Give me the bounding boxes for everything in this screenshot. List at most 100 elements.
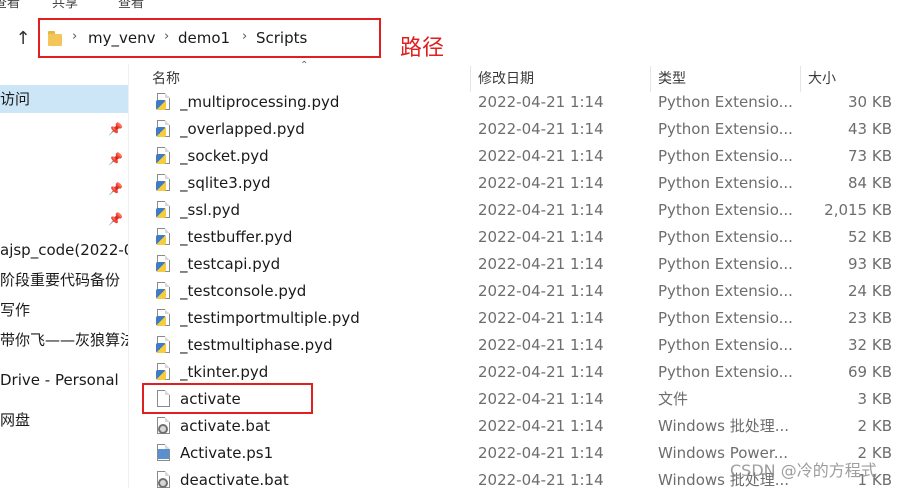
file-type: Python Extensio... <box>658 174 793 192</box>
python-file-icon <box>156 309 172 328</box>
sidebar-item-onedrive[interactable]: Drive - Personal <box>0 366 128 394</box>
chevron-right-icon[interactable]: › <box>72 27 77 47</box>
file-date: 2022-04-21 1:14 <box>478 174 604 192</box>
chevron-right-icon[interactable]: › <box>242 27 247 47</box>
table-row[interactable]: _ssl.pyd 2022-04-21 1:14 Python Extensio… <box>140 197 910 224</box>
table-row[interactable]: _testimportmultiple.pyd 2022-04-21 1:14 … <box>140 305 910 332</box>
file-size: 43 KB <box>848 120 892 138</box>
python-file-icon <box>156 201 172 220</box>
file-date: 2022-04-21 1:14 <box>478 147 604 165</box>
sidebar-item-quick-access[interactable]: 访问 <box>0 85 128 113</box>
file-size: 2,015 KB <box>824 201 892 219</box>
file-size: 52 KB <box>848 228 892 246</box>
file-name: _testconsole.pyd <box>180 282 307 300</box>
file-name: _sqlite3.pyd <box>180 174 271 192</box>
python-file-icon <box>156 336 172 355</box>
sidebar-item-writing[interactable]: 写作 <box>0 296 128 324</box>
file-size: 73 KB <box>848 147 892 165</box>
breadcrumb-scripts[interactable]: Scripts <box>256 28 307 48</box>
table-row[interactable]: _multiprocessing.pyd 2022-04-21 1:14 Pyt… <box>140 89 910 116</box>
up-arrow-icon[interactable]: ↑ <box>13 28 33 50</box>
table-row[interactable]: _tkinter.pyd 2022-04-21 1:14 Python Exte… <box>140 359 910 386</box>
sidebar-item-netdisk[interactable]: 网盘 <box>0 406 128 434</box>
batch-file-icon <box>156 417 172 436</box>
file-name: _tkinter.pyd <box>180 363 269 381</box>
folder-icon <box>48 31 64 46</box>
python-file-icon <box>156 93 172 112</box>
file-type: Python Extensio... <box>658 336 793 354</box>
file-date: 2022-04-21 1:14 <box>478 336 604 354</box>
file-type: Python Extensio... <box>658 147 793 165</box>
breadcrumb-demo1[interactable]: demo1 <box>178 28 230 48</box>
sort-up-icon: ⌃ <box>300 60 309 71</box>
file-size: 24 KB <box>848 282 892 300</box>
file-type: Python Extensio... <box>658 255 793 273</box>
sidebar-item[interactable]: 📌 <box>0 175 128 203</box>
file-type: Python Extensio... <box>658 120 793 138</box>
file-type: Python Extensio... <box>658 309 793 327</box>
python-file-icon <box>156 363 172 382</box>
pin-icon: 📌 <box>108 212 123 226</box>
file-date: 2022-04-21 1:14 <box>478 444 604 462</box>
file-name: Activate.ps1 <box>180 444 274 462</box>
chevron-right-icon[interactable]: › <box>164 27 169 47</box>
file-date: 2022-04-21 1:14 <box>478 417 604 435</box>
file-type: Windows 批处理... <box>658 417 790 435</box>
file-name: deactivate.bat <box>180 471 289 488</box>
table-row[interactable]: _testconsole.pyd 2022-04-21 1:14 Python … <box>140 278 910 305</box>
file-name: activate.bat <box>180 417 271 435</box>
table-row[interactable]: _sqlite3.pyd 2022-04-21 1:14 Python Exte… <box>140 170 910 197</box>
python-file-icon <box>156 255 172 274</box>
powershell-file-icon <box>156 444 172 463</box>
file-size: 93 KB <box>848 255 892 273</box>
file-name: _socket.pyd <box>180 147 269 165</box>
ribbon-item[interactable]: 共享 <box>52 0 78 11</box>
file-size: 30 KB <box>848 93 892 111</box>
sidebar-item-code-backup[interactable]: 阶段重要代码备份 <box>0 266 128 294</box>
file-name: _testbuffer.pyd <box>180 228 293 246</box>
ribbon-item[interactable]: 查看 <box>0 0 20 11</box>
address-bar[interactable]: › my_venv › demo1 › Scripts <box>38 18 381 58</box>
file-name: _overlapped.pyd <box>180 120 305 138</box>
file-date: 2022-04-21 1:14 <box>478 228 604 246</box>
sidebar-item[interactable]: 📌 <box>0 115 128 143</box>
file-date: 2022-04-21 1:14 <box>478 471 604 488</box>
sidebar-item-wolf-algorithm[interactable]: 带你飞——灰狼算法 <box>0 326 128 354</box>
pane-divider <box>128 64 129 488</box>
file-name: _testcapi.pyd <box>180 255 281 273</box>
file-date: 2022-04-21 1:14 <box>478 363 604 381</box>
pin-icon: 📌 <box>108 122 123 136</box>
table-row[interactable]: _overlapped.pyd 2022-04-21 1:14 Python E… <box>140 116 910 143</box>
sidebar-item[interactable]: 📌 <box>0 145 128 173</box>
table-row[interactable]: _socket.pyd 2022-04-21 1:14 Python Exten… <box>140 143 910 170</box>
file-date: 2022-04-21 1:14 <box>478 120 604 138</box>
file-name: _testimportmultiple.pyd <box>180 309 360 327</box>
activate-highlight-box <box>142 383 313 414</box>
ribbon-item[interactable]: 查看 <box>118 0 144 11</box>
table-row[interactable]: _testmultiphase.pyd 2022-04-21 1:14 Pyth… <box>140 332 910 359</box>
sidebar-item[interactable]: 📌 <box>0 205 128 233</box>
python-file-icon <box>156 120 172 139</box>
file-type: Python Extensio... <box>658 93 793 111</box>
table-row[interactable]: _testcapi.pyd 2022-04-21 1:14 Python Ext… <box>140 251 910 278</box>
file-size: 23 KB <box>848 309 892 327</box>
file-size: 32 KB <box>848 336 892 354</box>
file-name: _ssl.pyd <box>180 201 240 219</box>
file-type: Python Extensio... <box>658 228 793 246</box>
table-row[interactable]: activate.bat 2022-04-21 1:14 Windows 批处理… <box>140 413 910 440</box>
breadcrumb-my-venv[interactable]: my_venv <box>88 28 155 48</box>
file-size: 69 KB <box>848 363 892 381</box>
file-date: 2022-04-21 1:14 <box>478 282 604 300</box>
python-file-icon <box>156 282 172 301</box>
sidebar-item-ajsp-code[interactable]: ajsp_code(2022-0 <box>0 236 128 264</box>
file-type: 文件 <box>658 390 689 408</box>
navigation-bar: ↑ › my_venv › demo1 › Scripts 路径 <box>0 18 918 61</box>
file-type: Python Extensio... <box>658 201 793 219</box>
table-row[interactable]: _testbuffer.pyd 2022-04-21 1:14 Python E… <box>140 224 910 251</box>
path-annotation-label: 路径 <box>400 36 445 61</box>
ribbon-strip: 查看 共享 查看 <box>0 0 918 14</box>
file-name: _testmultiphase.pyd <box>180 336 333 354</box>
pin-icon: 📌 <box>108 182 123 196</box>
python-file-icon <box>156 147 172 166</box>
file-date: 2022-04-21 1:14 <box>478 390 604 408</box>
